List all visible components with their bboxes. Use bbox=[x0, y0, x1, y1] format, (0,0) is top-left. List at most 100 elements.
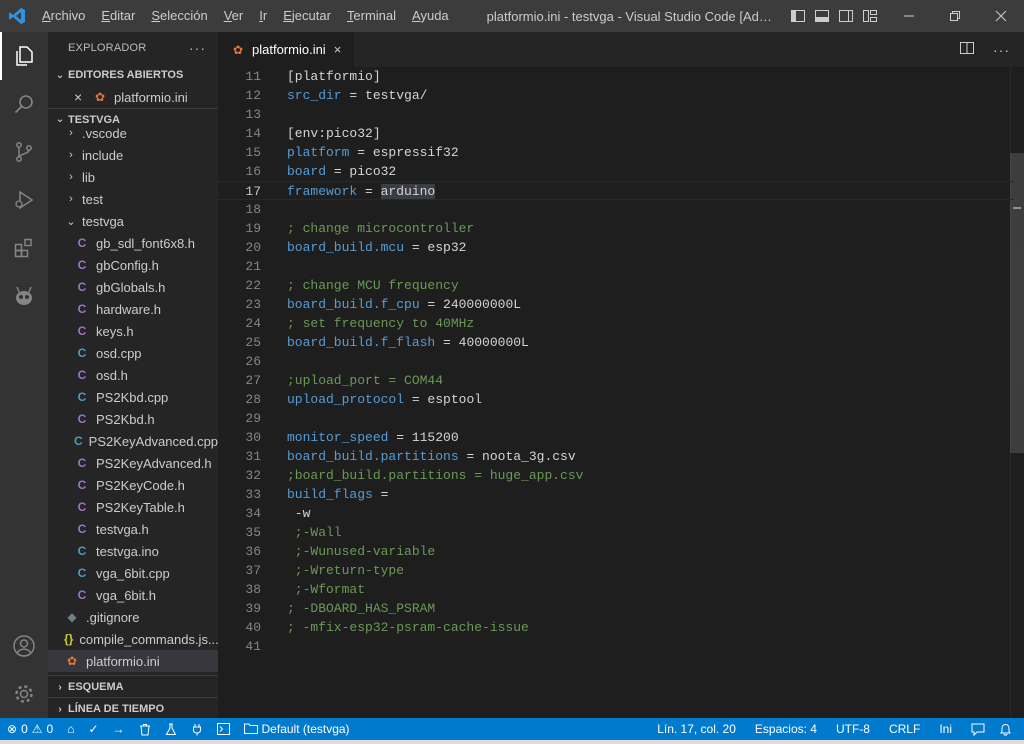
encoding[interactable]: UTF-8 bbox=[829, 718, 882, 740]
timeline-section[interactable]: › LÍNEA DE TIEMPO bbox=[48, 697, 218, 718]
file-item[interactable]: C PS2KeyAdvanced.cpp bbox=[48, 430, 218, 452]
more-actions-icon[interactable]: ··· bbox=[189, 40, 206, 56]
code-line[interactable]: 13 bbox=[218, 105, 1014, 124]
menu-item[interactable]: Ayuda bbox=[404, 0, 457, 32]
file-item[interactable]: CgbGlobals.h bbox=[48, 276, 218, 298]
code-line[interactable]: 30 monitor_speed = 115200 bbox=[218, 428, 1014, 447]
file-item[interactable]: Cgb_sdl_font6x8.h bbox=[48, 232, 218, 254]
file-item[interactable]: Cvga_6bit.cpp bbox=[48, 562, 218, 584]
code-editor[interactable]: 11 [platformio] 12 src_dir = testvga/13 14 [e… bbox=[218, 67, 1024, 718]
outline-section[interactable]: › ESQUEMA bbox=[48, 675, 218, 698]
pio-test-icon[interactable] bbox=[158, 718, 184, 740]
problems-indicator[interactable]: ⊗ 0 ⚠ 0 bbox=[0, 718, 60, 740]
folder-item[interactable]: › include bbox=[48, 144, 218, 166]
code-line[interactable]: 37 ;-Wreturn-type bbox=[218, 561, 1014, 580]
toggle-secondary-sidebar-icon[interactable] bbox=[838, 8, 854, 24]
menu-item[interactable]: Selección bbox=[143, 0, 215, 32]
code-line[interactable]: 23 board_build.f_cpu = 240000000L bbox=[218, 295, 1014, 314]
cursor-position[interactable]: Lín. 17, col. 20 bbox=[650, 718, 748, 740]
file-item[interactable]: Chardware.h bbox=[48, 298, 218, 320]
run-debug-icon[interactable] bbox=[0, 176, 48, 224]
file-item[interactable]: CgbConfig.h bbox=[48, 254, 218, 276]
file-item[interactable]: {} compile_commands.js... bbox=[48, 628, 218, 650]
code-line[interactable]: 27 ;upload_port = COM44 bbox=[218, 371, 1014, 390]
notifications-bell-icon[interactable] bbox=[992, 718, 1024, 740]
tab-platformio-ini[interactable]: ✿ platformio.ini × bbox=[218, 32, 354, 67]
pio-serial-monitor-icon[interactable] bbox=[184, 718, 210, 740]
split-editor-icon[interactable] bbox=[959, 40, 975, 59]
restore-icon[interactable] bbox=[932, 0, 978, 32]
file-item[interactable]: Cosd.h bbox=[48, 364, 218, 386]
code-line[interactable]: 24 ; set frequency to 40MHz bbox=[218, 314, 1014, 333]
code-line[interactable]: 26 bbox=[218, 352, 1014, 371]
menu-item[interactable]: Ver bbox=[216, 0, 252, 32]
code-line[interactable]: 40 ; -mfix-esp32-psram-cache-issue bbox=[218, 618, 1014, 637]
account-icon[interactable] bbox=[0, 622, 48, 670]
more-editor-actions-icon[interactable]: ··· bbox=[993, 42, 1010, 58]
pio-upload-icon[interactable]: → bbox=[106, 718, 132, 740]
toggle-panel-icon[interactable] bbox=[814, 8, 830, 24]
open-editor-item[interactable]: × ✿ platformio.ini bbox=[48, 86, 218, 108]
folder-item[interactable]: › test bbox=[48, 188, 218, 210]
close-editor-icon[interactable]: × bbox=[74, 89, 92, 105]
code-line[interactable]: 19 ; change microcontroller bbox=[218, 219, 1014, 238]
code-line[interactable]: 12 src_dir = testvga/ bbox=[218, 86, 1014, 105]
code-line[interactable]: 14 [env:pico32] bbox=[218, 124, 1014, 143]
file-item[interactable]: C PS2KeyTable.h bbox=[48, 496, 218, 518]
code-line[interactable]: 15 platform = espressif32 bbox=[218, 143, 1014, 162]
code-line[interactable]: 38 ;-Wformat bbox=[218, 580, 1014, 599]
code-line[interactable]: 29 bbox=[218, 409, 1014, 428]
file-item[interactable]: Ctestvga.ino bbox=[48, 540, 218, 562]
code-line[interactable]: 20 board_build.mcu = esp32 bbox=[218, 238, 1014, 257]
pio-terminal-icon[interactable] bbox=[210, 718, 237, 740]
code-line[interactable]: 31 board_build.partitions = noota_3g.csv bbox=[218, 447, 1014, 466]
close-tab-icon[interactable]: × bbox=[334, 42, 342, 57]
code-line[interactable]: 11 [platformio] bbox=[218, 67, 1014, 86]
feedback-icon[interactable] bbox=[964, 718, 992, 740]
file-item[interactable]: ✿ platformio.ini bbox=[48, 650, 218, 672]
code-line[interactable]: 18 bbox=[218, 200, 1014, 219]
settings-gear-icon[interactable] bbox=[0, 670, 48, 718]
pio-environment-selector[interactable]: Default (testvga) bbox=[237, 718, 357, 740]
code-line[interactable]: 32 ;board_build.partitions = huge_app.csv bbox=[218, 466, 1014, 485]
folder-item[interactable]: › lib bbox=[48, 166, 218, 188]
code-line[interactable]: 28 upload_protocol = esptool bbox=[218, 390, 1014, 409]
file-item[interactable]: C PS2KeyCode.h bbox=[48, 474, 218, 496]
toggle-sidebar-icon[interactable] bbox=[790, 8, 806, 24]
explorer-icon[interactable] bbox=[0, 32, 48, 80]
file-item[interactable]: Ckeys.h bbox=[48, 320, 218, 342]
menu-item[interactable]: Ejecutar bbox=[275, 0, 339, 32]
source-control-icon[interactable] bbox=[0, 128, 48, 176]
pio-home-icon[interactable]: ⌂ bbox=[60, 718, 81, 740]
file-item[interactable]: Ctestvga.h bbox=[48, 518, 218, 540]
file-item[interactable]: C PS2KeyAdvanced.h bbox=[48, 452, 218, 474]
menu-item[interactable]: Archivo bbox=[34, 0, 93, 32]
folder-item[interactable]: ⌄ testvga bbox=[48, 210, 218, 232]
code-line[interactable]: 41 bbox=[218, 637, 1014, 656]
line-ending[interactable]: CRLF bbox=[882, 718, 932, 740]
code-line[interactable]: 17 framework = arduino bbox=[218, 181, 1014, 200]
search-icon[interactable] bbox=[0, 80, 48, 128]
code-line[interactable]: 36 ;-Wunused-variable bbox=[218, 542, 1014, 561]
timeline-header[interactable]: › LÍNEA DE TIEMPO bbox=[48, 698, 218, 718]
code-line[interactable]: 35 ;-Wall bbox=[218, 523, 1014, 542]
pio-clean-icon[interactable] bbox=[132, 718, 158, 740]
code-line[interactable]: 34 -w bbox=[218, 504, 1014, 523]
minimize-icon[interactable] bbox=[886, 0, 932, 32]
platformio-icon[interactable] bbox=[0, 272, 48, 320]
file-item[interactable]: ◆ .gitignore bbox=[48, 606, 218, 628]
code-line[interactable]: 22 ; change MCU frequency bbox=[218, 276, 1014, 295]
code-line[interactable]: 33 build_flags = bbox=[218, 485, 1014, 504]
customize-layout-icon[interactable] bbox=[862, 8, 878, 24]
pio-build-icon[interactable]: ✓ bbox=[81, 718, 105, 740]
file-item[interactable]: C PS2Kbd.cpp bbox=[48, 386, 218, 408]
menu-item[interactable]: Editar bbox=[93, 0, 143, 32]
code-line[interactable]: 16 board = pico32 bbox=[218, 162, 1014, 181]
code-line[interactable]: 21 bbox=[218, 257, 1014, 276]
extensions-icon[interactable] bbox=[0, 224, 48, 272]
menu-item[interactable]: Ir bbox=[251, 0, 275, 32]
code-line[interactable]: 39 ; -DBOARD_HAS_PSRAM bbox=[218, 599, 1014, 618]
outline-header[interactable]: › ESQUEMA bbox=[48, 676, 218, 698]
language-mode[interactable]: Ini bbox=[932, 718, 964, 740]
file-item[interactable]: Cosd.cpp bbox=[48, 342, 218, 364]
